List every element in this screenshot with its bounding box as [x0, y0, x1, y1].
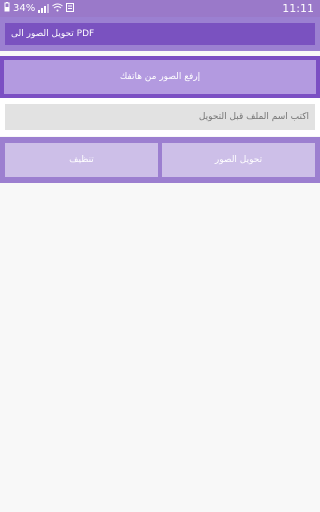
actions-section: تحويل الصور تنظيف: [0, 137, 320, 183]
battery-level: 34%: [13, 3, 36, 14]
battery-icon: [4, 2, 10, 15]
status-bar: 34% 11:11: [0, 0, 320, 17]
file-name-input[interactable]: [5, 104, 315, 130]
clear-button[interactable]: تنظيف: [5, 143, 158, 177]
signal-icon: [38, 4, 50, 13]
wifi-icon: [52, 3, 64, 15]
upload-images-button[interactable]: إرفع الصور من هاتفك: [4, 60, 316, 94]
app-bar: تحويل الصور الى PDF: [0, 17, 320, 51]
upload-section: إرفع الصور من هاتفك: [0, 56, 320, 98]
app-title: تحويل الصور الى PDF: [5, 23, 315, 45]
status-time: 11:11: [282, 2, 314, 15]
convert-images-button[interactable]: تحويل الصور: [162, 143, 315, 177]
status-left: 34%: [4, 2, 75, 15]
content-area: [0, 183, 320, 512]
file-name-section: [0, 98, 320, 136]
notification-icon: [66, 2, 75, 15]
